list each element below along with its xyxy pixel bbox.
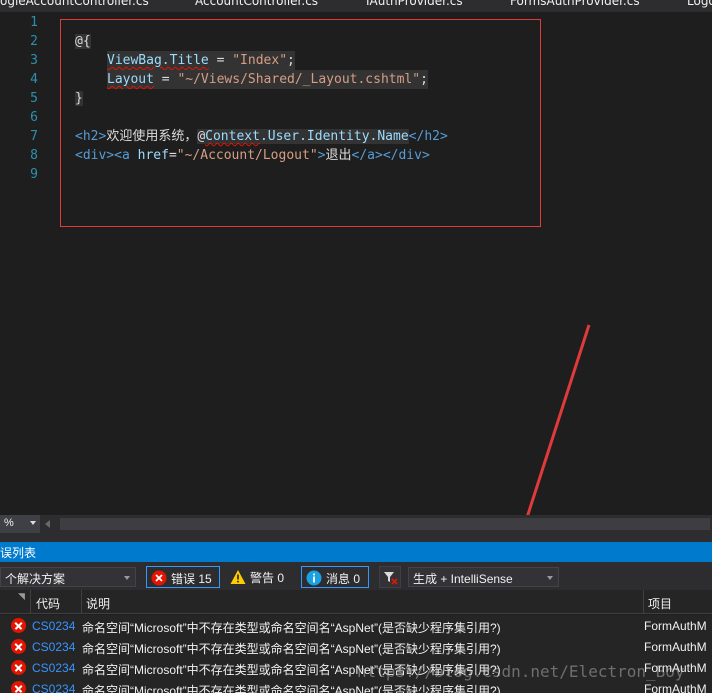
error-list-rows: CS0234 命名空间“Microsoft”中不存在类型或命名空间名“AspNe… (0, 615, 712, 693)
table-row[interactable]: CS0234 命名空间“Microsoft”中不存在类型或命名空间名“AspNe… (0, 615, 712, 636)
zoom-dropdown[interactable]: % (0, 515, 40, 533)
sort-column-icon[interactable]: ◥ (18, 591, 25, 602)
column-divider[interactable] (643, 590, 644, 614)
errors-filter-button[interactable]: 错误 15 (146, 566, 220, 588)
funnel-icon (384, 572, 398, 585)
error-icon (11, 681, 26, 693)
scope-dropdown[interactable]: 个解决方案 (0, 567, 136, 587)
warnings-filter-button[interactable]: 警告 0 (226, 566, 292, 588)
error-icon (11, 618, 26, 633)
horizontal-scrollbar[interactable] (60, 518, 710, 530)
error-code-link[interactable]: CS0234 (32, 682, 75, 693)
messages-filter-button[interactable]: 消息 0 (301, 566, 369, 588)
error-code-link[interactable]: CS0234 (32, 661, 75, 675)
messages-count-label: 消息 0 (326, 572, 361, 586)
column-divider[interactable] (81, 590, 82, 614)
scroll-left-icon[interactable] (45, 520, 50, 528)
error-description: 命名空间“Microsoft”中不存在类型或命名空间名“AspNet”(是否缺少… (82, 642, 501, 656)
error-list-title: 误列表 (0, 546, 37, 560)
chevron-down-icon (30, 521, 36, 525)
info-icon (306, 570, 322, 586)
error-list-toolbar: 个解决方案 错误 15 警告 0 消息 0 生成 + IntelliSense (0, 562, 712, 590)
error-description: 命名空间“Microsoft”中不存在类型或命名空间名“AspNet”(是否缺少… (82, 684, 501, 693)
error-icon (11, 639, 26, 654)
error-code-link[interactable]: CS0234 (32, 619, 75, 633)
build-filter-value: 生成 + IntelliSense (413, 572, 513, 586)
warnings-count-label: 警告 0 (250, 571, 285, 585)
warning-icon (230, 570, 246, 584)
zoom-level: % (4, 517, 14, 529)
build-intellisense-dropdown[interactable]: 生成 + IntelliSense (408, 567, 559, 587)
column-header-code[interactable]: 代码 (36, 595, 60, 612)
column-header-description[interactable]: 说明 (86, 595, 110, 612)
scope-value: 个解决方案 (5, 572, 66, 586)
error-icon (151, 570, 167, 586)
error-code-link[interactable]: CS0234 (32, 640, 75, 654)
table-row[interactable]: CS0234 命名空间“Microsoft”中不存在类型或命名空间名“AspNe… (0, 636, 712, 657)
error-icon (11, 660, 26, 675)
error-description: 命名空间“Microsoft”中不存在类型或命名空间名“AspNet”(是否缺少… (82, 621, 501, 635)
error-list-title-bar: 误列表 (0, 542, 712, 562)
editor-status-row: % (0, 515, 712, 533)
filter-funnel-button[interactable] (379, 566, 401, 588)
column-header-project[interactable]: 项目 (648, 595, 672, 612)
column-divider[interactable] (30, 590, 31, 614)
error-project: FormAuthM (644, 682, 707, 693)
watermark: https://blog.csdn.net/Electron_Boy (357, 662, 685, 681)
chevron-down-icon (547, 576, 553, 580)
panel-splitter[interactable] (0, 533, 712, 542)
error-project: FormAuthM (644, 619, 707, 633)
errors-count-label: 错误 15 (171, 572, 212, 586)
error-list-header: ◥ 代码 说明 项目 (0, 590, 712, 614)
error-project: FormAuthM (644, 640, 707, 654)
chevron-down-icon (124, 576, 130, 580)
